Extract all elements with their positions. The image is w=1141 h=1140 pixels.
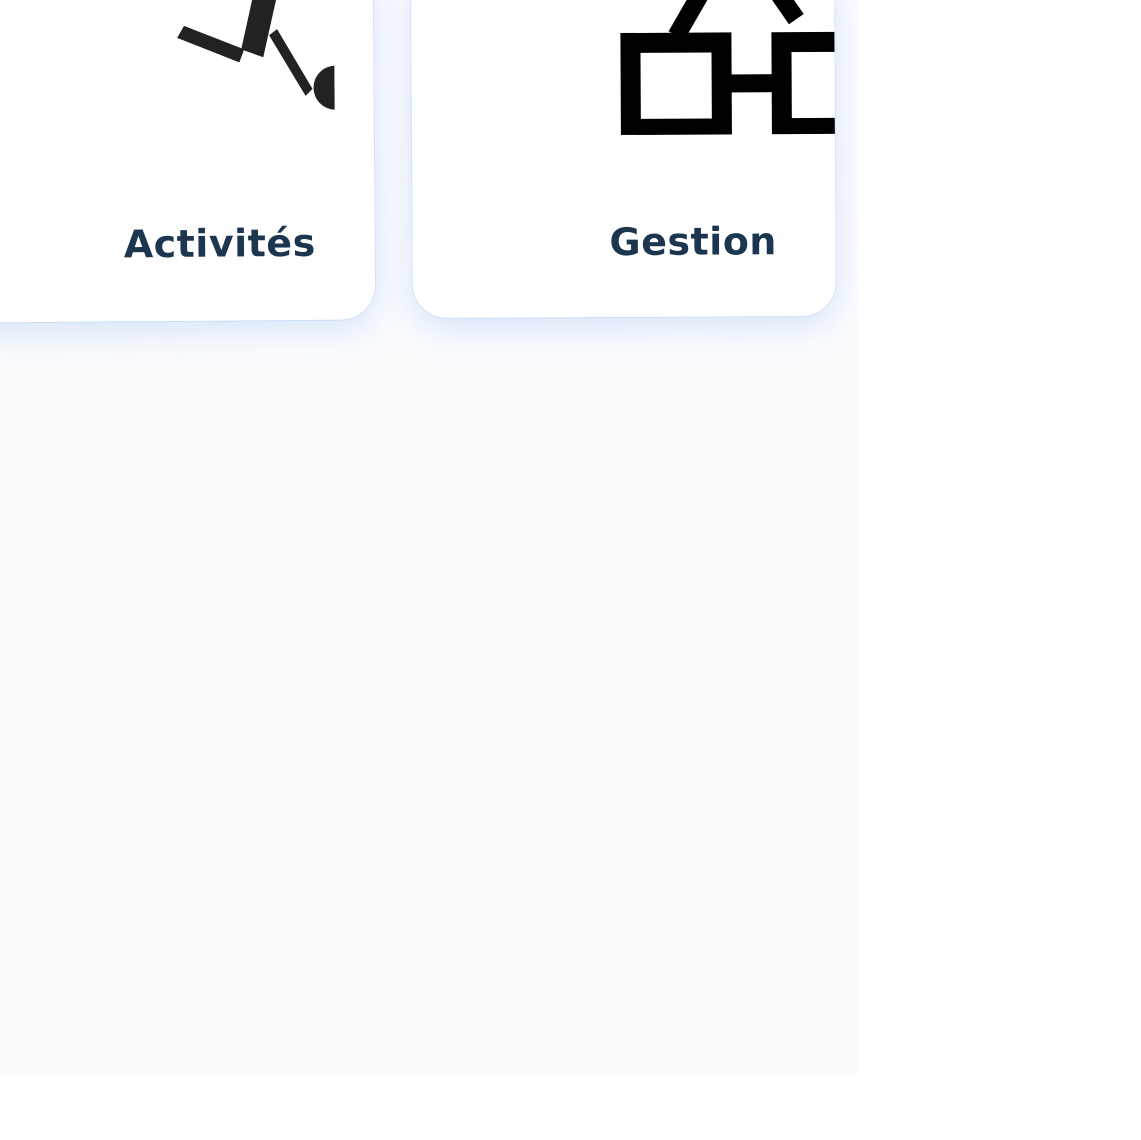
running-person-icon	[177, 0, 335, 110]
tile-gestion[interactable]: Gestion	[411, 0, 836, 319]
tile-label-activites: Activités	[123, 220, 316, 267]
tile-label-gestion: Gestion	[609, 219, 778, 265]
organization-structure-icon	[620, 0, 835, 136]
dashboard-panel: Activités Gestion	[0, 0, 858, 1077]
tile-activites[interactable]: Activités	[0, 0, 376, 323]
